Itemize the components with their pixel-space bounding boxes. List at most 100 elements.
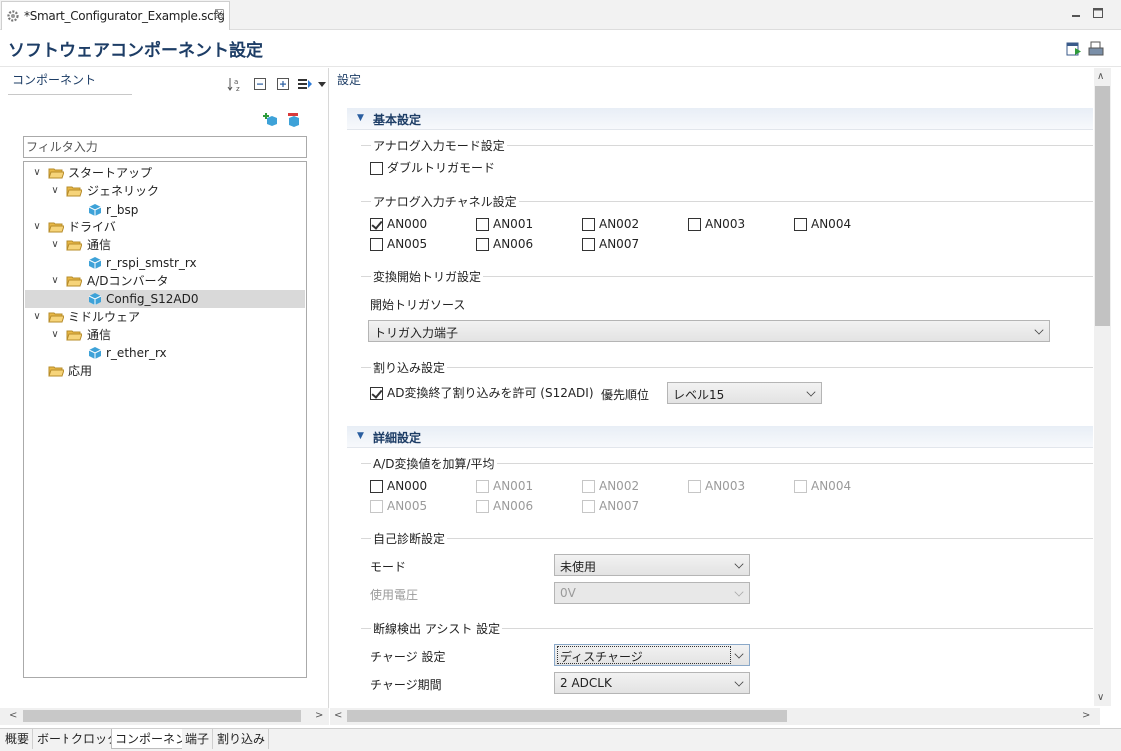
charge-setting-label: チャージ 設定 xyxy=(370,650,446,664)
tree-node-startup[interactable]: ∨ スタートアップ xyxy=(24,164,306,182)
voltage-select[interactable]: 0V xyxy=(554,582,750,604)
checkbox-box[interactable] xyxy=(370,387,383,400)
select-value: ディスチャージ xyxy=(557,646,731,664)
expand-chevron-icon[interactable]: ∨ xyxy=(31,218,43,236)
chevron-down-icon xyxy=(734,587,744,597)
tree-node-comm[interactable]: ∨ 通信 xyxy=(24,236,306,254)
tree-node-r-bsp[interactable]: r_bsp xyxy=(24,201,306,219)
scroll-up-icon[interactable]: ∧ xyxy=(1097,71,1104,82)
checkbox-box[interactable] xyxy=(794,480,807,493)
collapse-triangle-icon[interactable]: ▼ xyxy=(357,113,364,123)
tree-node-driver[interactable]: ∨ ドライバ xyxy=(24,218,306,236)
checkbox-box[interactable] xyxy=(582,218,595,231)
expand-chevron-icon[interactable]: ∨ xyxy=(49,236,61,254)
checkbox-box[interactable] xyxy=(476,218,489,231)
tab-pins[interactable]: 端子 xyxy=(182,729,214,749)
checkbox-box[interactable] xyxy=(476,480,489,493)
checkbox-box[interactable] xyxy=(476,238,489,251)
checkbox-label: AN000 xyxy=(387,479,428,493)
settings-horizontal-scrollbar-thumb[interactable] xyxy=(347,710,787,722)
add-component-icon[interactable] xyxy=(263,112,279,128)
tree-node-label: A/Dコンバータ xyxy=(87,274,169,288)
checkbox-box[interactable] xyxy=(370,218,383,231)
tree-node-comm-2[interactable]: ∨ 通信 xyxy=(24,326,306,344)
scroll-down-icon[interactable]: ∨ xyxy=(1097,692,1104,703)
scroll-left-icon[interactable]: < xyxy=(334,710,342,721)
generate-code-icon[interactable] xyxy=(1066,41,1082,57)
close-tab-icon[interactable]: ☒ xyxy=(214,7,225,21)
select-value: トリガ入力端子 xyxy=(374,326,459,340)
trigger-source-select[interactable]: トリガ入力端子 xyxy=(368,320,1050,342)
scroll-right-icon[interactable]: > xyxy=(1082,710,1090,721)
group-label: 変換開始トリガ設定 xyxy=(371,268,484,285)
tab-interrupts[interactable]: 割り込み xyxy=(214,729,270,749)
tree-node-r-rspi-smstr-rx[interactable]: r_rspi_smstr_rx xyxy=(24,254,306,272)
gear-icon xyxy=(7,10,19,22)
folder-open-icon xyxy=(48,168,64,179)
checkbox-box[interactable] xyxy=(688,218,701,231)
checkbox-box[interactable] xyxy=(582,480,595,493)
tree-horizontal-scrollbar-thumb[interactable] xyxy=(23,710,301,722)
expand-all-icon[interactable] xyxy=(275,76,291,92)
charge-setting-select[interactable]: ディスチャージ xyxy=(554,644,750,666)
checkbox-box[interactable] xyxy=(370,162,383,175)
priority-select[interactable]: レベル15 xyxy=(667,382,822,404)
checkbox-label: AN003 xyxy=(705,479,746,493)
detail-settings-header[interactable]: ▼ 詳細設定 xyxy=(347,426,1093,448)
report-icon[interactable] xyxy=(1088,41,1104,57)
folder-open-icon xyxy=(66,240,82,251)
scroll-left-icon[interactable]: < xyxy=(9,710,17,721)
view-menu-icon[interactable] xyxy=(297,76,313,92)
smart-configurator-window: { "editor_tab": {"title": "*Smart_Config… xyxy=(0,0,1121,751)
tree-node-ad-converter[interactable]: ∨ A/Dコンバータ xyxy=(24,272,306,290)
sort-az-icon[interactable]: az xyxy=(227,76,243,92)
filter-input[interactable] xyxy=(23,136,307,158)
expand-chevron-icon[interactable]: ∨ xyxy=(49,272,61,290)
checkbox-box[interactable] xyxy=(370,500,383,513)
checkbox-box[interactable] xyxy=(370,480,383,493)
checkbox-label: AN005 xyxy=(387,237,428,251)
tree-node-label: Config_S12AD0 xyxy=(106,292,199,306)
page-title: ソフトウェアコンポーネント設定 xyxy=(8,41,263,61)
expand-chevron-icon[interactable]: ∨ xyxy=(31,308,43,326)
checkbox-box[interactable] xyxy=(688,480,701,493)
minimize-icon[interactable] xyxy=(1069,6,1083,20)
expand-chevron-icon[interactable]: ∨ xyxy=(49,182,61,200)
section-title: 詳細設定 xyxy=(373,431,422,445)
tab-overview[interactable]: 概要 xyxy=(2,729,34,749)
component-cube-icon xyxy=(88,204,102,216)
basic-settings-header[interactable]: ▼ 基本設定 xyxy=(347,108,1093,130)
checkbox-box[interactable] xyxy=(582,500,595,513)
tree-node-r-ether-rx[interactable]: r_ether_rx xyxy=(24,344,306,362)
vertical-scrollbar-thumb[interactable] xyxy=(1095,86,1110,326)
mode-select[interactable]: 未使用 xyxy=(554,554,750,576)
checkbox-box[interactable] xyxy=(370,238,383,251)
remove-component-icon[interactable] xyxy=(286,112,302,128)
tree-node-application[interactable]: 応用 xyxy=(24,362,306,380)
checkbox-box[interactable] xyxy=(582,238,595,251)
collapse-all-icon[interactable] xyxy=(252,76,268,92)
priority-label: 優先順位 xyxy=(601,388,650,402)
tree-node-label: r_ether_rx xyxy=(106,346,167,360)
view-menu-dropdown-icon[interactable] xyxy=(318,80,326,88)
settings-panel: ▼ 基本設定 アナログ入力モード設定 ダブルトリガモード アナログ入力チャネル設… xyxy=(333,90,1093,706)
charge-period-select[interactable]: 2 ADCLK xyxy=(554,672,750,694)
expand-chevron-icon[interactable]: ∨ xyxy=(49,326,61,344)
checkbox-box[interactable] xyxy=(794,218,807,231)
component-cube-icon xyxy=(88,257,102,269)
tree-node-middleware[interactable]: ∨ ミドルウェア xyxy=(24,308,306,326)
checkbox-box[interactable] xyxy=(476,500,489,513)
chevron-down-icon xyxy=(734,677,744,687)
component-tree[interactable]: ∨ スタートアップ ∨ ジェネリック r_bsp ∨ ドライバ ∨ 通信 r_r… xyxy=(23,161,307,678)
tree-node-config-s12ad0[interactable]: Config_S12AD0 xyxy=(25,290,305,308)
tree-node-generic[interactable]: ∨ ジェネリック xyxy=(24,182,306,200)
tree-node-label: ドライバ xyxy=(68,220,116,234)
collapse-triangle-icon[interactable]: ▼ xyxy=(357,431,364,441)
editor-tab[interactable]: *Smart_Configurator_Example.scfg ☒ xyxy=(1,1,230,30)
tree-node-label: 通信 xyxy=(87,328,112,342)
folder-open-icon xyxy=(48,366,64,377)
folder-open-icon xyxy=(66,186,82,197)
expand-chevron-icon[interactable]: ∨ xyxy=(31,164,43,182)
scroll-right-icon[interactable]: > xyxy=(315,710,323,721)
maximize-icon[interactable] xyxy=(1091,6,1105,20)
